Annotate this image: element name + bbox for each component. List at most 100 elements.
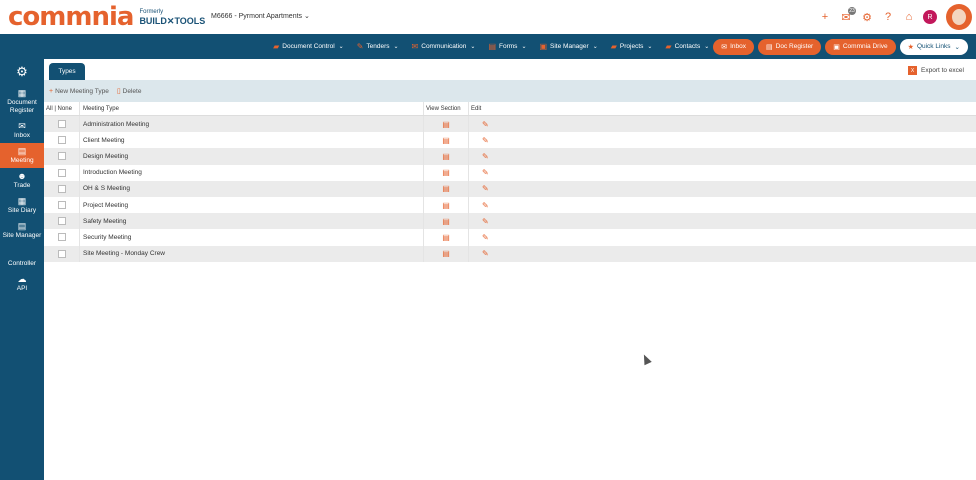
table-row[interactable]: Security Meeting ▤ ✎	[44, 229, 976, 246]
nav-label: Site Manager	[550, 43, 589, 50]
edit-cell: ✎	[469, 165, 499, 181]
tab-types[interactable]: Types	[49, 63, 85, 80]
select-all-none[interactable]: All | None	[44, 102, 80, 115]
pencil-icon[interactable]: ✎	[482, 120, 489, 129]
view-section-icon[interactable]: ▤	[442, 201, 450, 210]
view-section-cell: ▤	[424, 148, 469, 165]
header-meeting-type[interactable]: Meeting Type	[80, 102, 424, 115]
sidebar-item-inbox[interactable]: ✉ Inbox	[0, 118, 44, 143]
chevron-down-icon: ⌄	[704, 44, 710, 50]
table-row[interactable]: Site Meeting - Monday Crew ▤ ✎	[44, 245, 976, 262]
help-icon[interactable]: ?	[878, 7, 898, 27]
chevron-down-icon: ⌄	[393, 44, 399, 50]
table-row[interactable]: Client Meeting ▤ ✎	[44, 132, 976, 149]
sidebar-item-api[interactable]: ☁ API	[0, 271, 44, 296]
table-row[interactable]: Design Meeting ▤ ✎	[44, 148, 976, 165]
pencil-icon[interactable]: ✎	[482, 152, 489, 161]
sidebar-item-site-diary[interactable]: ▦ Site Diary	[0, 193, 44, 218]
row-checkbox[interactable]	[57, 184, 66, 193]
meeting-type-cell: Safety Meeting	[80, 213, 424, 230]
pill-label: Doc Register	[775, 43, 814, 50]
nav-forms[interactable]: ▤ Forms ⌄	[488, 42, 526, 51]
user-menu[interactable]: R	[920, 7, 940, 27]
view-section-icon[interactable]: ▤	[442, 136, 450, 145]
row-checkbox[interactable]	[57, 152, 66, 161]
logo-buildtools: BUILD✕TOOLS	[139, 16, 206, 26]
table-row[interactable]: Safety Meeting ▤ ✎	[44, 213, 976, 230]
sidebar-item-controller[interactable]: Controller	[0, 257, 44, 271]
pill-label: Commnia Drive	[842, 43, 888, 50]
table-row[interactable]: Administration Meeting ▤ ✎	[44, 116, 976, 133]
view-section-icon[interactable]: ▤	[442, 168, 450, 177]
pencil-icon[interactable]: ✎	[482, 201, 489, 210]
inbox-button[interactable]: ✉ Inbox	[713, 38, 755, 55]
sidebar-item-site-manager[interactable]: ▤ Site Manager	[0, 218, 44, 243]
sidebar-item-meeting[interactable]: ▤ Meeting	[0, 143, 44, 168]
nav-contacts[interactable]: ▰ Contacts ⌄	[665, 42, 709, 51]
export-to-excel-button[interactable]: X Export to excel	[908, 66, 964, 75]
row-checkbox[interactable]	[57, 136, 66, 145]
mail-badge: 23	[848, 7, 856, 15]
pencil-icon[interactable]: ✎	[482, 168, 489, 177]
row-checkbox-cell	[44, 180, 80, 197]
project-selector[interactable]: M6666 - Pyrmont Apartments ⌄	[211, 12, 310, 20]
edit-cell: ✎	[469, 246, 499, 262]
nav-document-control[interactable]: ▰ Document Control ⌄	[273, 42, 344, 51]
new-meeting-type-button[interactable]: + New Meeting Type	[49, 88, 109, 95]
row-checkbox[interactable]	[57, 120, 66, 129]
nav-tenders[interactable]: ✎ Tenders ⌄	[357, 42, 399, 51]
pencil-icon[interactable]: ✎	[482, 233, 489, 242]
meeting-type-cell: Project Meeting	[80, 196, 424, 214]
view-section-icon[interactable]: ▤	[442, 233, 450, 242]
nav-projects[interactable]: ▰ Projects ⌄	[611, 42, 653, 51]
row-checkbox[interactable]	[57, 217, 66, 226]
top-icons: + ✉ 23 ⚙ ? ⌂ R	[814, 0, 976, 34]
nav-label: Communication	[421, 43, 467, 50]
pencil-icon[interactable]: ✎	[482, 249, 489, 258]
gear-icon[interactable]: ⚙	[857, 7, 877, 27]
view-section-icon[interactable]: ▤	[442, 152, 450, 161]
view-section-icon[interactable]: ▤	[442, 217, 450, 226]
sidebar: ⚙ ▦ Document Register ✉ Inbox ▤ Meeting ☻ Trade…	[0, 59, 44, 480]
home-icon[interactable]: ⌂	[899, 7, 919, 27]
quick-links-button[interactable]: ★ Quick Links ⌄	[899, 38, 968, 55]
row-checkbox[interactable]	[57, 168, 66, 177]
meeting-type-cell: Site Meeting - Monday Crew	[80, 245, 424, 262]
settings-gear-icon[interactable]: ⚙	[0, 59, 44, 85]
row-checkbox-cell	[44, 213, 80, 230]
new-meeting-type-label: New Meeting Type	[55, 87, 109, 95]
view-section-icon[interactable]: ▤	[442, 120, 450, 129]
delete-button[interactable]: ▯ Delete	[117, 87, 142, 96]
add-icon[interactable]: +	[815, 7, 835, 27]
commnia-logo[interactable]: commnia Formerly BUILD✕TOOLS	[8, 4, 205, 30]
mail-icon[interactable]: ✉ 23	[836, 7, 856, 27]
view-section-icon[interactable]: ▤	[442, 184, 450, 193]
pencil-icon[interactable]: ✎	[482, 217, 489, 226]
chevron-down-icon: ⌄	[592, 44, 598, 50]
avatar[interactable]	[946, 4, 972, 30]
table-row[interactable]: Introduction Meeting ▤ ✎	[44, 164, 976, 181]
table-row[interactable]: OH & S Meeting ▤ ✎	[44, 180, 976, 197]
sidebar-item-document-register[interactable]: ▦ Document Register	[0, 85, 44, 118]
commnia-drive-button[interactable]: ▣ Commnia Drive	[825, 38, 896, 55]
sidebar-item-trade[interactable]: ☻ Trade	[0, 168, 44, 193]
row-checkbox[interactable]	[57, 249, 66, 258]
view-section-icon[interactable]: ▤	[442, 249, 450, 258]
pencil-icon[interactable]: ✎	[482, 136, 489, 145]
sidebar-item-label: Controller	[7, 260, 37, 267]
nav-communication[interactable]: ✉ Communication ⌄	[412, 42, 476, 51]
tab-strip: Types X Export to excel	[44, 59, 976, 80]
sidebar-icon: ▦	[17, 88, 27, 98]
row-checkbox[interactable]	[57, 233, 66, 242]
row-checkbox-cell	[44, 148, 80, 165]
pill-icon: ▤	[766, 43, 773, 51]
view-section-cell: ▤	[424, 116, 469, 133]
table-row[interactable]: Project Meeting ▤ ✎	[44, 196, 976, 214]
nav-site-manager[interactable]: ▣ Site Manager ⌄	[539, 42, 597, 51]
edit-cell: ✎	[469, 213, 499, 229]
nav-icon: ✎	[356, 42, 364, 51]
pencil-icon[interactable]: ✎	[482, 184, 489, 193]
delete-label: Delete	[122, 87, 142, 95]
doc-register-button[interactable]: ▤ Doc Register	[758, 38, 822, 55]
row-checkbox[interactable]	[57, 201, 66, 210]
